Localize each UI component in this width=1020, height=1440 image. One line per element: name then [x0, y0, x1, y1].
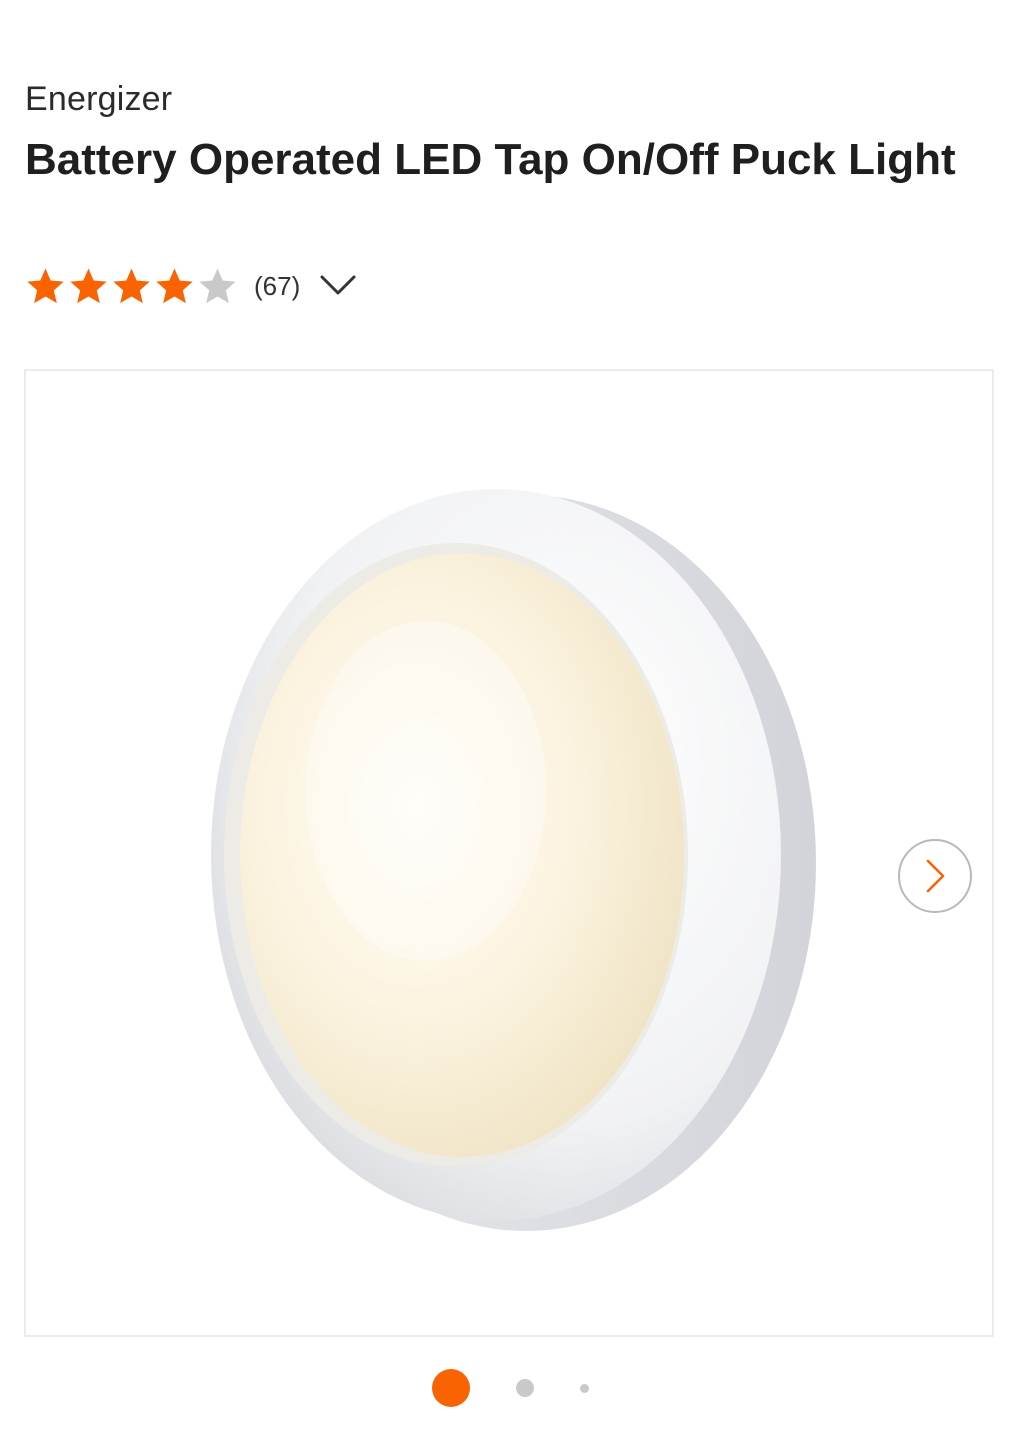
carousel-dot[interactable] [579, 1383, 589, 1393]
product-image-gallery[interactable] [24, 369, 994, 1337]
star-filled-icon [156, 268, 193, 304]
carousel-indicators [0, 1368, 1020, 1408]
star-filled-icon [113, 268, 150, 304]
carousel-dot-active[interactable] [431, 1369, 470, 1407]
review-count[interactable]: (67) [254, 271, 300, 302]
star-filled-icon [27, 268, 64, 304]
star-empty-icon [199, 268, 236, 304]
chevron-right-icon [926, 859, 945, 893]
star-rating [25, 266, 240, 306]
rating-summary[interactable]: (67) [25, 262, 358, 310]
chevron-down-icon[interactable] [318, 271, 358, 301]
carousel-dot[interactable] [515, 1379, 534, 1397]
brand-name[interactable]: Energizer [25, 80, 172, 119]
product-image [211, 489, 816, 1231]
star-filled-icon [70, 268, 107, 304]
next-image-button[interactable] [898, 839, 972, 913]
product-title: Battery Operated LED Tap On/Off Puck Lig… [25, 135, 956, 184]
